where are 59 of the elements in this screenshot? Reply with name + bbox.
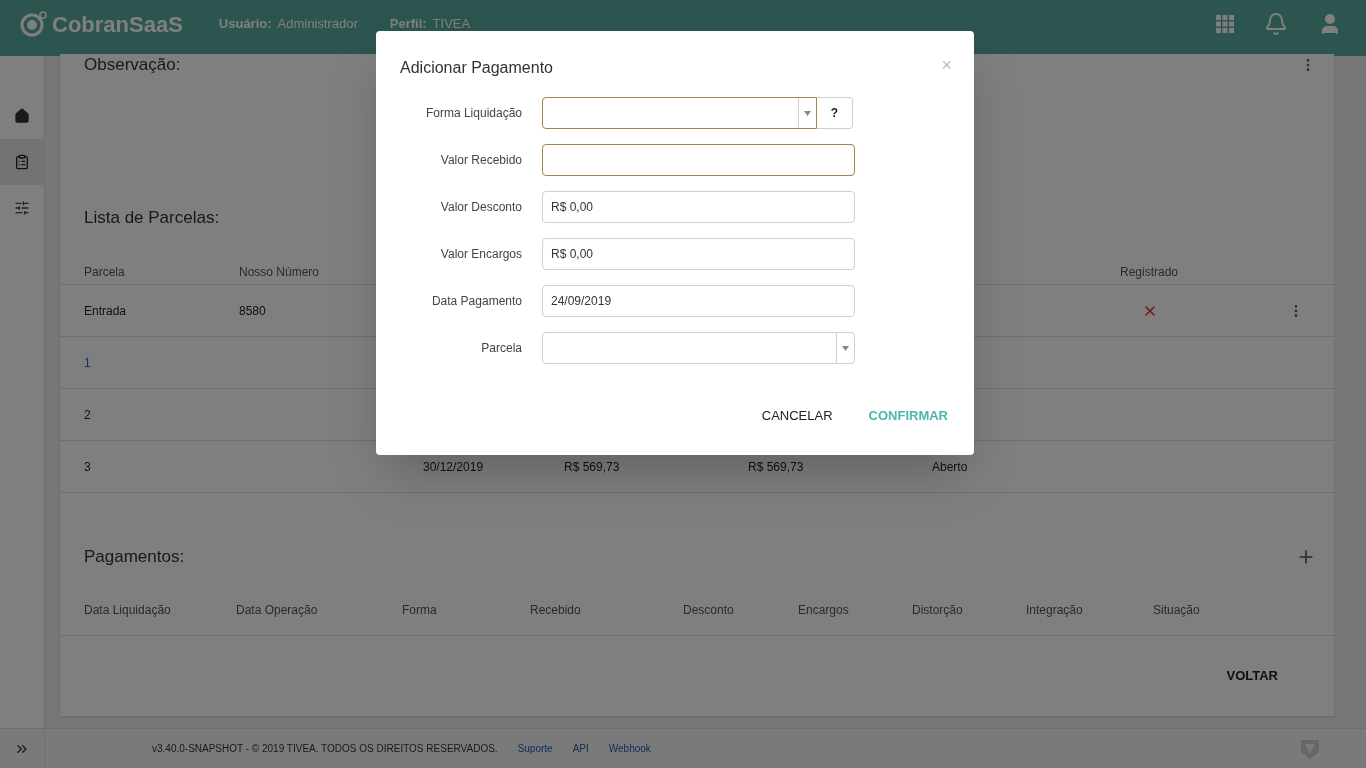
user-label: Usuário: — [218, 15, 272, 34]
dialog-button[interactable]: CONFIRMAR — [860, 402, 956, 430]
user-name: Administrador — [277, 15, 358, 34]
section-title: Lista de Parcelas: — [84, 207, 220, 227]
column-header: Recebido — [530, 603, 581, 617]
field-label: Valor Desconto — [439, 199, 522, 216]
field-label: Forma Liquidação — [424, 105, 522, 122]
clipboard-icon — [14, 154, 30, 170]
help-button[interactable]: ? — [817, 97, 853, 129]
column-header: Nosso Número — [239, 264, 320, 279]
footer-copyright: v3.40.0-SNAPSHOT - © 2019 TIVEA. TODOS OS DIREITOS RESERVADOS. — [152, 742, 498, 756]
home-icon — [14, 108, 30, 124]
field-label: Data Pagamento — [430, 293, 522, 310]
footer-link[interactable]: Webhook — [608, 741, 651, 756]
column-header: Data Operação — [236, 603, 318, 617]
column-header: Registrado — [1120, 264, 1179, 279]
apps-grid-icon[interactable] — [1216, 15, 1234, 33]
column-header: Forma — [402, 603, 437, 617]
table-cell-text: 8580 — [239, 302, 266, 320]
section-title: Pagamentos: — [84, 546, 185, 569]
dialog-button[interactable]: CANCELAR — [753, 402, 841, 430]
table-cell-text: Aberto — [932, 458, 968, 476]
input-field[interactable]: R$ 0,00 — [542, 191, 855, 223]
footer-link[interactable]: API — [572, 741, 589, 756]
column-header: Distorção — [912, 603, 963, 617]
column-header: Desconto — [683, 603, 734, 617]
column-header: Situação — [1153, 603, 1200, 617]
select-field[interactable] — [542, 332, 855, 364]
table-cell-text: 3 — [84, 458, 91, 476]
sidebar-item[interactable] — [0, 139, 44, 185]
brand-name: CobranSaaS — [52, 10, 183, 39]
select-field[interactable] — [542, 97, 817, 129]
column-header: Integração — [1026, 603, 1083, 617]
profile-label: Perfil: — [389, 15, 427, 34]
dropdown-arrow-icon — [842, 345, 849, 351]
table-cell-text: 2 — [84, 406, 91, 424]
field-label: Parcela — [480, 340, 522, 357]
column-header: Parcela — [84, 264, 125, 279]
table-cell-text: R$ 569,73 — [564, 458, 620, 476]
dropdown-arrow-icon — [804, 110, 811, 116]
table-cell-text: 30/12/2019 — [423, 458, 484, 476]
section-title: Observação: — [84, 54, 181, 77]
profile-name: TIVEA — [432, 15, 471, 34]
column-header: Data Liquidação — [84, 603, 171, 617]
notifications-icon[interactable] — [1264, 12, 1288, 36]
input-field[interactable]: R$ 0,00 — [542, 238, 855, 270]
back-button[interactable]: VOLTAR — [1218, 662, 1286, 690]
table-cell-text: R$ 569,73 — [748, 458, 804, 476]
input-field[interactable] — [542, 144, 855, 176]
sliders-icon — [14, 200, 30, 216]
footer-link[interactable]: Suporte — [517, 741, 553, 756]
field-label: Valor Recebido — [439, 152, 522, 169]
table-cell-text: Entrada — [84, 302, 127, 320]
coin-logo-icon — [20, 11, 48, 37]
dialog-title: Adicionar Pagamento — [400, 58, 553, 78]
field-label: Valor Encargos — [439, 246, 522, 263]
input-field[interactable]: 24/09/2019 — [542, 285, 855, 317]
column-header: Encargos — [798, 603, 849, 617]
installment-link[interactable]: 1 — [84, 353, 91, 372]
